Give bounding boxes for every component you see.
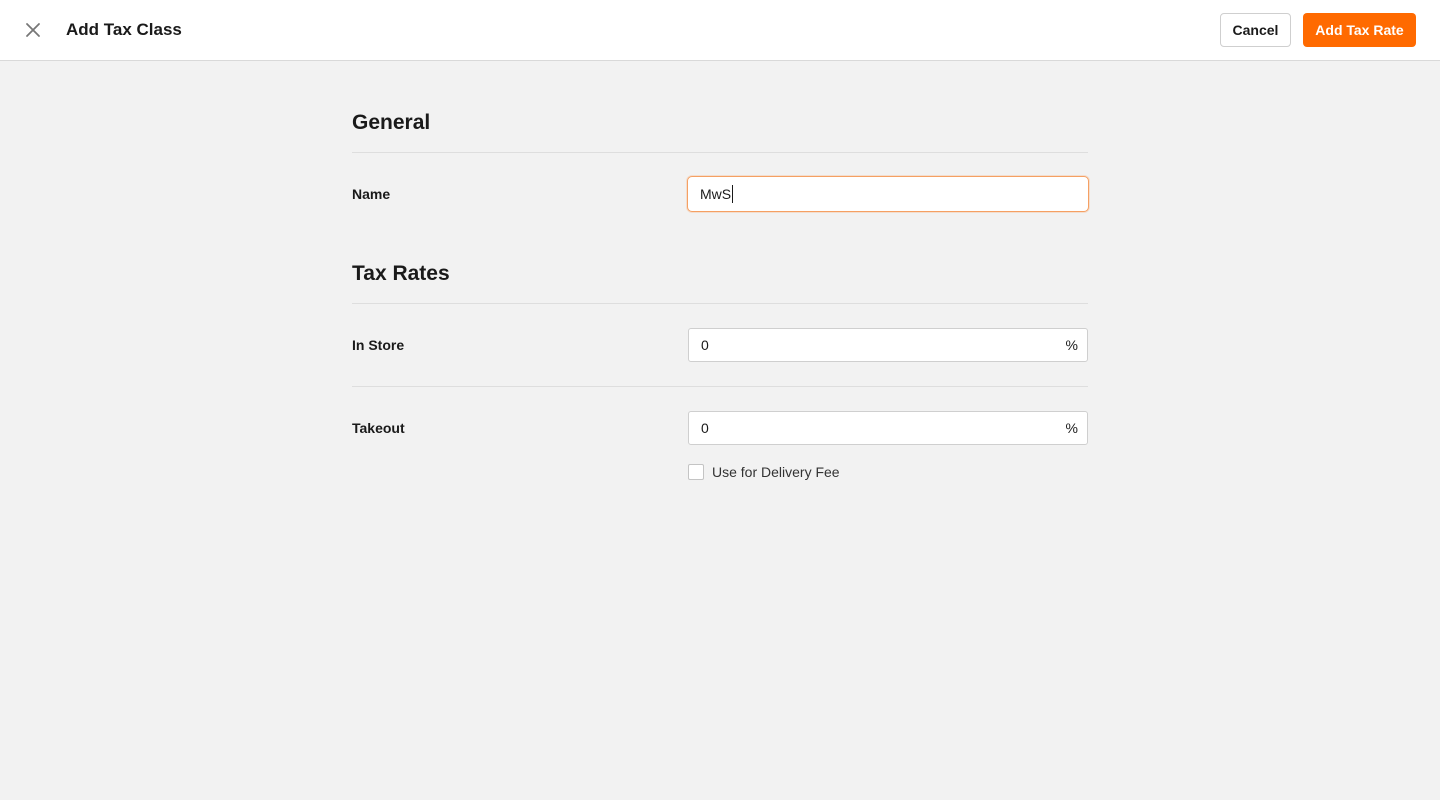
percent-suffix: % <box>1065 337 1078 353</box>
delivery-fee-checkbox-row[interactable]: Use for Delivery Fee <box>688 463 840 481</box>
takeout-rate-value: 0 <box>701 420 709 436</box>
in-store-rate-input[interactable]: 0 % <box>688 328 1088 362</box>
section-title-general: General <box>352 111 431 134</box>
text-caret <box>732 185 734 203</box>
section-title-tax-rates: Tax Rates <box>352 262 450 285</box>
top-bar: Add Tax Class Cancel Add Tax Rate <box>0 0 1440 61</box>
divider <box>352 303 1088 304</box>
add-tax-rate-button[interactable]: Add Tax Rate <box>1303 13 1416 47</box>
divider <box>352 386 1088 387</box>
page-title: Add Tax Class <box>66 20 182 39</box>
takeout-label: Takeout <box>352 420 405 436</box>
takeout-rate-input[interactable]: 0 % <box>688 411 1088 445</box>
close-button[interactable] <box>20 17 46 43</box>
close-icon <box>26 23 40 37</box>
name-label: Name <box>352 186 391 202</box>
divider <box>352 152 1088 153</box>
percent-suffix: % <box>1065 420 1078 436</box>
cancel-button[interactable]: Cancel <box>1220 13 1291 47</box>
in-store-label: In Store <box>352 337 405 353</box>
delivery-fee-checkbox[interactable] <box>688 464 704 480</box>
name-input[interactable]: MwS <box>687 176 1089 212</box>
delivery-fee-checkbox-label: Use for Delivery Fee <box>712 464 840 480</box>
in-store-rate-value: 0 <box>701 337 709 353</box>
name-input-value: MwS <box>700 186 732 202</box>
